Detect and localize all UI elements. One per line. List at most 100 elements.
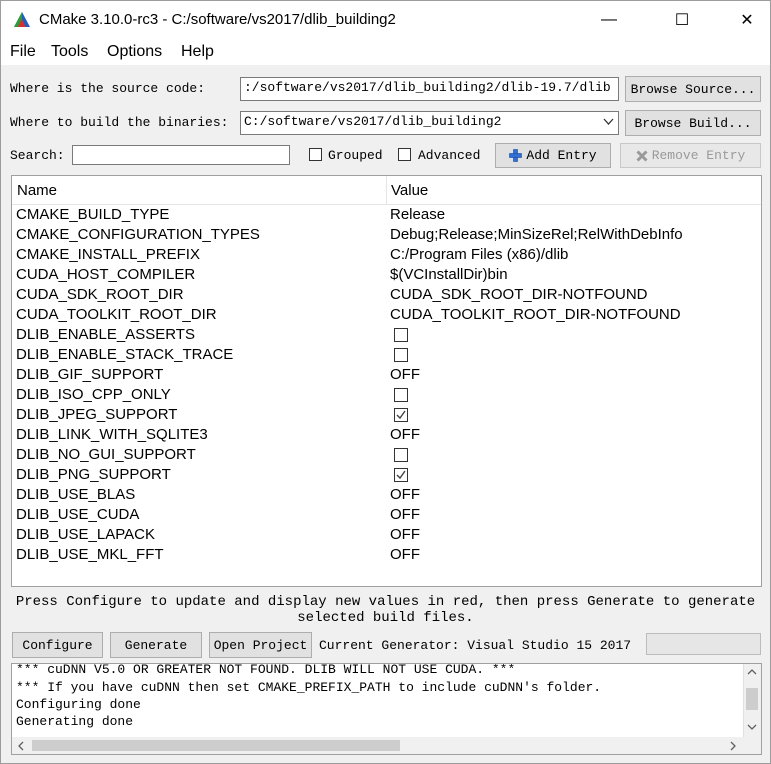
scroll-left-icon[interactable] (18, 741, 24, 751)
row-value[interactable]: $(VCInstallDir)bin (390, 266, 508, 283)
build-combobox[interactable]: C:/software/vs2017/dlib_building2 (240, 111, 619, 135)
plus-icon (509, 149, 523, 162)
row-value[interactable]: Release (390, 206, 445, 223)
menu-tools[interactable]: Tools (51, 43, 88, 61)
row-name: DLIB_ENABLE_STACK_TRACE (16, 346, 234, 363)
row-value-checkbox[interactable] (394, 328, 408, 342)
row-value[interactable]: OFF (390, 426, 420, 443)
row-name: DLIB_ISO_CPP_ONLY (16, 386, 171, 403)
horizontal-scrollbar[interactable] (12, 737, 761, 754)
vertical-scroll-thumb[interactable] (746, 688, 758, 710)
header-divider (386, 176, 387, 204)
header-value[interactable]: Value (391, 182, 428, 199)
add-entry-button[interactable]: Add Entry (495, 143, 611, 168)
table-row[interactable]: CMAKE_INSTALL_PREFIX C:/Program Files (x8… (12, 245, 761, 265)
row-name: DLIB_PNG_SUPPORT (16, 466, 171, 483)
grouped-checkbox[interactable] (309, 148, 322, 161)
row-name: DLIB_LINK_WITH_SQLITE3 (16, 426, 208, 443)
close-icon: ✕ (740, 12, 754, 29)
advanced-label: Advanced (418, 148, 481, 163)
table-row[interactable]: DLIB_USE_LAPACK OFF (12, 525, 761, 545)
row-name: CUDA_TOOLKIT_ROOT_DIR (16, 306, 217, 323)
cmake-triangle-icon (14, 12, 30, 27)
minimize-button[interactable]: — (586, 1, 632, 39)
minimize-icon: — (601, 11, 617, 28)
row-value-checkbox[interactable] (394, 408, 408, 422)
table-row[interactable]: DLIB_JPEG_SUPPORT (12, 405, 761, 425)
search-input[interactable] (72, 145, 290, 165)
build-value: C:/software/vs2017/dlib_building2 (244, 114, 502, 129)
log-line: Configuring done (16, 697, 141, 712)
scroll-up-icon[interactable] (747, 669, 757, 675)
menu-help[interactable]: Help (181, 43, 214, 61)
menu-file[interactable]: File (10, 43, 36, 61)
scroll-down-icon[interactable] (747, 724, 757, 730)
table-row[interactable]: DLIB_ENABLE_STACK_TRACE (12, 345, 761, 365)
close-button[interactable]: ✕ (724, 1, 770, 39)
vertical-scrollbar[interactable] (743, 664, 761, 737)
row-value[interactable]: C:/Program Files (x86)/dlib (390, 246, 568, 263)
chevron-down-icon[interactable] (603, 118, 614, 126)
table-row[interactable]: DLIB_NO_GUI_SUPPORT (12, 445, 761, 465)
check-icon (396, 410, 406, 420)
title-bar: CMake 3.10.0-rc3 - C:/software/vs2017/dl… (1, 1, 770, 39)
row-value[interactable]: OFF (390, 366, 420, 383)
advanced-checkbox[interactable] (398, 148, 411, 161)
window-title: CMake 3.10.0-rc3 - C:/software/vs2017/dl… (39, 11, 396, 28)
output-log[interactable]: *** cuDNN V5.0 OR GREATER NOT FOUND. DLI… (11, 663, 762, 755)
row-value[interactable]: OFF (390, 506, 420, 523)
row-value[interactable]: CUDA_SDK_ROOT_DIR-NOTFOUND (390, 286, 648, 303)
table-row[interactable]: DLIB_USE_CUDA OFF (12, 505, 761, 525)
table-row[interactable]: CMAKE_CONFIGURATION_TYPES Debug;Release;M… (12, 225, 761, 245)
menu-options[interactable]: Options (107, 43, 162, 61)
row-value[interactable]: OFF (390, 486, 420, 503)
header-name[interactable]: Name (17, 182, 57, 199)
search-label: Search: (10, 148, 65, 163)
row-name: DLIB_ENABLE_ASSERTS (16, 326, 195, 343)
horizontal-scroll-thumb[interactable] (32, 740, 400, 751)
remove-entry-button[interactable]: Remove Entry (620, 143, 761, 168)
row-value[interactable]: OFF (390, 546, 420, 563)
grouped-label: Grouped (328, 148, 383, 163)
configure-button[interactable]: Configure (12, 632, 103, 658)
row-value[interactable]: OFF (390, 526, 420, 543)
row-name: DLIB_USE_MKL_FFT (16, 546, 164, 563)
help-message-line2: selected build files. (297, 610, 474, 626)
row-name: DLIB_NO_GUI_SUPPORT (16, 446, 196, 463)
cmake-window: CMake 3.10.0-rc3 - C:/software/vs2017/dl… (0, 0, 771, 764)
row-value[interactable]: Debug;Release;MinSizeRel;RelWithDebInfo (390, 226, 683, 243)
maximize-button[interactable]: ☐ (659, 1, 705, 39)
cache-table[interactable]: Name Value CMAKE_BUILD_TYPE Release CMAKE_… (11, 175, 762, 587)
menu-bar: File Tools Options Help (1, 39, 770, 65)
row-value-checkbox[interactable] (394, 468, 408, 482)
table-row[interactable]: DLIB_PNG_SUPPORT (12, 465, 761, 485)
table-row[interactable]: CUDA_TOOLKIT_ROOT_DIR CUDA_TOOLKIT_ROOT_D… (12, 305, 761, 325)
table-row[interactable]: DLIB_ISO_CPP_ONLY (12, 385, 761, 405)
table-row[interactable]: DLIB_USE_MKL_FFT OFF (12, 545, 761, 565)
open-project-button[interactable]: Open Project (209, 632, 312, 658)
row-value-checkbox[interactable] (394, 448, 408, 462)
table-row[interactable]: CMAKE_BUILD_TYPE Release (12, 205, 761, 225)
row-name: CMAKE_CONFIGURATION_TYPES (16, 226, 260, 243)
log-line: *** If you have cuDNN then set CMAKE_PRE… (16, 680, 602, 695)
browse-build-button[interactable]: Browse Build... (625, 110, 761, 136)
help-message-line1: Press Configure to update and display ne… (15, 594, 756, 610)
row-value-checkbox[interactable] (394, 388, 408, 402)
browse-source-button[interactable]: Browse Source... (625, 76, 761, 102)
build-label: Where to build the binaries: (10, 115, 229, 130)
row-value-checkbox[interactable] (394, 348, 408, 362)
row-name: CMAKE_INSTALL_PREFIX (16, 246, 200, 263)
generate-button[interactable]: Generate (110, 632, 202, 658)
add-entry-label: Add Entry (526, 148, 597, 163)
log-line: *** cuDNN V5.0 OR GREATER NOT FOUND. DLI… (16, 663, 516, 677)
scroll-right-icon[interactable] (730, 741, 736, 751)
table-row[interactable]: DLIB_GIF_SUPPORT OFF (12, 365, 761, 385)
table-row[interactable]: DLIB_LINK_WITH_SQLITE3 OFF (12, 425, 761, 445)
table-row[interactable]: DLIB_USE_BLAS OFF (12, 485, 761, 505)
source-input[interactable]: :/software/vs2017/dlib_building2/dlib-19… (240, 77, 619, 101)
table-row[interactable]: CUDA_SDK_ROOT_DIR CUDA_SDK_ROOT_DIR-NOTFO… (12, 285, 761, 305)
log-line: Generating done (16, 714, 134, 729)
table-row[interactable]: CUDA_HOST_COMPILER $(VCInstallDir)bin (12, 265, 761, 285)
row-value[interactable]: CUDA_TOOLKIT_ROOT_DIR-NOTFOUND (390, 306, 681, 323)
table-row[interactable]: DLIB_ENABLE_ASSERTS (12, 325, 761, 345)
